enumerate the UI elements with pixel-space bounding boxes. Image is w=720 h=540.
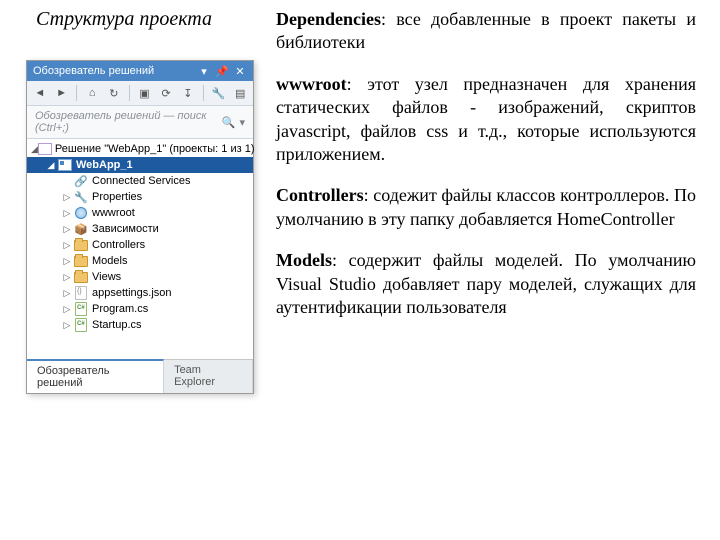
expand-icon[interactable]: ▷ xyxy=(61,224,73,235)
search-box[interactable]: Обозреватель решений — поиск (Ctrl+;) 🔍 … xyxy=(27,106,253,139)
node-label: Properties xyxy=(92,191,249,203)
expand-icon[interactable]: ▷ xyxy=(61,320,73,331)
globe-icon xyxy=(73,206,89,220)
tree-controllers[interactable]: ▷ Controllers xyxy=(27,237,253,253)
tree-properties[interactable]: ▷ 🔧 Properties xyxy=(27,189,253,205)
node-label: appsettings.json xyxy=(92,287,249,299)
package-icon: 📦 xyxy=(73,222,89,236)
tree-startup-cs[interactable]: ▷ Startup.cs xyxy=(27,317,253,333)
solution-explorer-panel: Обозреватель решений ▾ 📌 ✕ ◄ ► ⌂ ↻ ▣ ⟳ ↧… xyxy=(26,60,254,394)
connected-services-icon: 🔗 xyxy=(73,174,89,188)
expand-icon[interactable]: ▷ xyxy=(61,304,73,315)
refresh-button[interactable]: ⟳ xyxy=(157,84,175,102)
tab-solution-explorer[interactable]: Обозреватель решений xyxy=(27,359,164,393)
node-label: Зависимости xyxy=(92,223,249,235)
desc-wwwroot: wwwroot: этот узел предназначен для хран… xyxy=(276,73,696,167)
expand-icon[interactable]: ▷ xyxy=(61,288,73,299)
chevron-down-icon[interactable]: ▾ xyxy=(239,116,245,129)
separator xyxy=(203,85,204,101)
folder-icon xyxy=(73,270,89,284)
folder-icon xyxy=(73,238,89,252)
panel-title: Обозреватель решений xyxy=(33,65,193,77)
show-all-files-button[interactable]: ▣ xyxy=(136,84,154,102)
back-button[interactable]: ◄ xyxy=(31,84,49,102)
sync-button[interactable]: ↻ xyxy=(105,84,123,102)
node-label: Views xyxy=(92,271,249,283)
tree-wwwroot[interactable]: ▷ wwwroot xyxy=(27,205,253,221)
tree-appsettings[interactable]: ▷ appsettings.json xyxy=(27,285,253,301)
tree-models[interactable]: ▷ Models xyxy=(27,253,253,269)
tree-views[interactable]: ▷ Views xyxy=(27,269,253,285)
dropdown-icon[interactable]: ▾ xyxy=(197,64,211,78)
properties-button[interactable]: 🔧 xyxy=(210,84,228,102)
tree-program-cs[interactable]: ▷ Program.cs xyxy=(27,301,253,317)
panel-titlebar: Обозреватель решений ▾ 📌 ✕ xyxy=(27,61,253,81)
node-label: wwwroot xyxy=(92,207,249,219)
expand-icon[interactable]: ▷ xyxy=(61,192,73,203)
tree-view: ◢ Решение "WebApp_1" (проекты: 1 из 1) ◢… xyxy=(27,139,253,359)
collapse-icon[interactable]: ◢ xyxy=(45,160,57,171)
toolbar: ◄ ► ⌂ ↻ ▣ ⟳ ↧ 🔧 ▤ xyxy=(27,81,253,106)
node-label: Models xyxy=(92,255,249,267)
collapse-button[interactable]: ↧ xyxy=(179,84,197,102)
folder-icon xyxy=(73,254,89,268)
panel-tabs: Обозреватель решений Team Explorer xyxy=(27,359,253,393)
wrench-icon: 🔧 xyxy=(73,190,89,204)
search-placeholder: Обозреватель решений — поиск (Ctrl+;) xyxy=(35,110,222,134)
csharp-file-icon xyxy=(73,318,89,332)
expand-icon[interactable]: ▷ xyxy=(61,272,73,283)
tree-dependencies[interactable]: ▷ 📦 Зависимости xyxy=(27,221,253,237)
description-block: Dependencies: все добавленные в проект п… xyxy=(276,8,696,337)
search-icon: 🔍 xyxy=(222,116,236,129)
desc-models: Models: содержит файлы моделей. По умолч… xyxy=(276,249,696,319)
node-label: Startup.cs xyxy=(92,319,249,331)
forward-button[interactable]: ► xyxy=(53,84,71,102)
expand-icon[interactable]: ▷ xyxy=(61,208,73,219)
close-icon[interactable]: ✕ xyxy=(233,64,247,78)
project-label: WebApp_1 xyxy=(76,159,249,171)
tree-connected-services[interactable]: 🔗 Connected Services xyxy=(27,173,253,189)
node-label: Connected Services xyxy=(92,175,249,187)
json-file-icon xyxy=(73,286,89,300)
home-button[interactable]: ⌂ xyxy=(83,84,101,102)
slide-title: Структура проекта xyxy=(36,8,212,31)
node-label: Controllers xyxy=(92,239,249,251)
pin-icon[interactable]: 📌 xyxy=(215,64,229,78)
collapse-icon[interactable]: ◢ xyxy=(31,144,38,155)
solution-node[interactable]: ◢ Решение "WebApp_1" (проекты: 1 из 1) xyxy=(27,141,253,157)
separator xyxy=(76,85,77,101)
desc-dependencies: Dependencies: все добавленные в проект п… xyxy=(276,8,696,55)
project-icon xyxy=(57,158,73,172)
view-button[interactable]: ▤ xyxy=(231,84,249,102)
expand-icon[interactable]: ▷ xyxy=(61,240,73,251)
csharp-file-icon xyxy=(73,302,89,316)
solution-label: Решение "WebApp_1" (проекты: 1 из 1) xyxy=(55,143,255,155)
tab-team-explorer[interactable]: Team Explorer xyxy=(164,360,253,393)
node-label: Program.cs xyxy=(92,303,249,315)
separator xyxy=(129,85,130,101)
project-node[interactable]: ◢ WebApp_1 xyxy=(27,157,253,173)
expand-icon[interactable]: ▷ xyxy=(61,256,73,267)
desc-controllers: Controllers: содежит файлы классов контр… xyxy=(276,184,696,231)
solution-icon xyxy=(38,142,52,156)
